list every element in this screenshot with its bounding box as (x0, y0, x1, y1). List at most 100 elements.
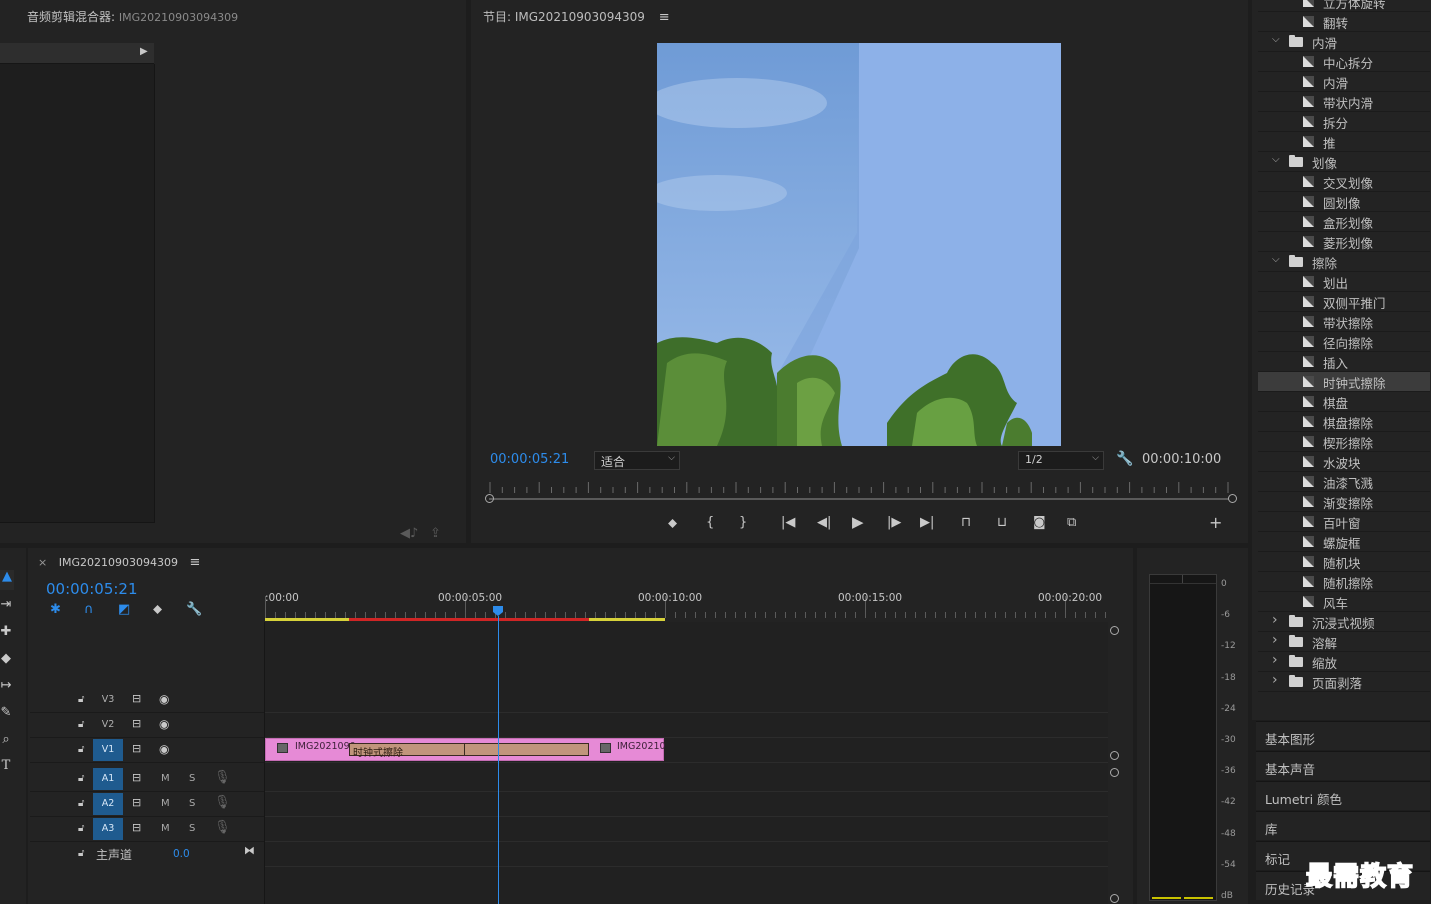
lock-icon[interactable]: 🔓︎ (78, 822, 84, 836)
sync-lock-icon[interactable]: ⊟ (132, 771, 141, 785)
effects-item[interactable]: 带状内滑 (1258, 92, 1430, 112)
effects-item[interactable]: 交叉划像 (1258, 172, 1430, 192)
monitor-time-ruler[interactable] (484, 481, 1230, 493)
video-track-lane[interactable] (265, 688, 1108, 713)
panel-title-prefix[interactable]: 音频剪辑混合器: (27, 10, 115, 24)
track-target-toggle[interactable]: A1 (93, 768, 123, 790)
timeline-settings-icon[interactable]: 🔧 (186, 603, 202, 617)
lift-icon[interactable]: ⊓ (961, 516, 971, 530)
chevron-right-icon[interactable]: › (1272, 652, 1278, 668)
solo-button[interactable]: S (189, 823, 195, 834)
nest-sequences-icon[interactable]: ✱ (50, 603, 61, 617)
slip-tool-icon[interactable]: ↦ (0, 679, 12, 693)
effects-item[interactable]: 插入 (1258, 352, 1430, 372)
chevron-right-icon[interactable]: › (1272, 672, 1278, 688)
mute-button[interactable]: M (161, 798, 170, 809)
timeline-timecode[interactable]: 00:00:05:21 (46, 580, 138, 598)
effects-item[interactable]: 菱形划像 (1258, 232, 1430, 252)
eye-icon[interactable]: ◉ (159, 717, 169, 731)
camera-icon[interactable]: ◙ (1033, 516, 1046, 530)
effects-item[interactable]: 径向擦除 (1258, 332, 1430, 352)
solo-button[interactable]: S (189, 773, 195, 784)
effects-item[interactable]: 棋盘擦除 (1258, 412, 1430, 432)
track-target-toggle[interactable]: A2 (93, 793, 123, 815)
effects-item[interactable]: 百叶窗 (1258, 512, 1430, 532)
solo-button[interactable]: S (189, 798, 195, 809)
effects-item[interactable]: 划出 (1258, 272, 1430, 292)
type-tool-icon[interactable]: T (0, 759, 12, 773)
share-icon[interactable]: ⇪ (430, 527, 441, 541)
timeline-tab[interactable]: × IMG20210903094309 ≡ (38, 555, 200, 570)
effects-folder[interactable]: › 缩放 (1258, 652, 1430, 672)
microphone-icon[interactable]: 🎙︎ (214, 796, 231, 810)
side-panel-tab[interactable]: 基本图形 (1256, 721, 1430, 750)
microphone-icon[interactable]: 🎙︎ (214, 821, 231, 835)
ripple-edit-tool-icon[interactable]: ✚ (0, 625, 12, 639)
add-marker-icon[interactable]: ⬥ (668, 517, 677, 531)
step-forward-icon[interactable]: |▶ (887, 516, 901, 530)
side-panel-tab[interactable]: Lumetri 颜色 (1256, 781, 1430, 810)
panel-menu-icon[interactable]: ≡ (659, 10, 670, 25)
effects-item[interactable]: 时钟式擦除 (1258, 372, 1430, 392)
effects-folder[interactable]: › 沉浸式视频 (1258, 612, 1430, 632)
mark-in-icon[interactable]: { (706, 516, 714, 530)
master-track-lane[interactable] (265, 842, 1108, 867)
effects-folder[interactable]: ⌵ 划像 (1258, 152, 1430, 172)
resolution-select[interactable]: 1/2 ⌵ (1018, 451, 1104, 470)
scroll-handle-icon[interactable] (1110, 768, 1119, 777)
eye-icon[interactable]: ◉ (159, 742, 169, 756)
master-volume-value[interactable]: 0.0 (173, 848, 190, 860)
effects-item[interactable]: 立方体旋转 (1258, 0, 1430, 12)
side-panel-tab[interactable]: 基本声音 (1256, 751, 1430, 780)
effects-item[interactable]: 内滑 (1258, 72, 1430, 92)
scroll-handle-icon[interactable] (1110, 894, 1119, 903)
mark-out-icon[interactable]: } (739, 516, 747, 530)
lock-icon[interactable]: 🔓︎ (78, 772, 84, 786)
go-to-out-icon[interactable]: ▶| (920, 516, 934, 530)
track-target-toggle[interactable]: V1 (93, 739, 123, 761)
fit-select[interactable]: 适合 ⌵ (594, 451, 680, 470)
effects-folder[interactable]: › 溶解 (1258, 632, 1430, 652)
extract-icon[interactable]: ⊔ (997, 516, 1007, 530)
snap-icon[interactable]: ∩ (84, 603, 94, 617)
lock-icon[interactable]: 🔓︎ (78, 797, 84, 811)
track-select-tool-icon[interactable]: ⇥ (0, 598, 12, 612)
sync-lock-icon[interactable]: ⊟ (132, 692, 141, 706)
go-to-end-icon[interactable]: ⧓ (244, 844, 255, 858)
program-current-timecode[interactable]: 00:00:05:21 (490, 452, 569, 467)
effects-item[interactable]: 风车 (1258, 592, 1430, 612)
go-to-in-icon[interactable]: |◀ (781, 516, 795, 530)
chevron-down-icon[interactable]: ⌵ (1272, 34, 1280, 45)
add-button-icon[interactable]: + (1209, 515, 1222, 531)
effects-item[interactable]: 圆划像 (1258, 192, 1430, 212)
audio-track-lane[interactable] (265, 792, 1108, 817)
scroll-handle-icon[interactable] (1110, 626, 1119, 635)
program-video-frame[interactable] (657, 43, 1061, 446)
effects-folder[interactable]: ⌵ 擦除 (1258, 252, 1430, 272)
effects-folder[interactable]: ⌵ 内滑 (1258, 32, 1430, 52)
effects-item[interactable]: 盒形划像 (1258, 212, 1430, 232)
track-target-toggle[interactable]: A3 (93, 818, 123, 840)
razor-tool-icon[interactable]: ◆ (0, 652, 12, 666)
effects-item[interactable]: 拆分 (1258, 112, 1430, 132)
close-tab-icon[interactable]: × (38, 556, 47, 569)
audio-track-lane[interactable] (265, 767, 1108, 792)
chevron-right-icon[interactable]: › (1272, 632, 1278, 648)
lock-icon[interactable]: 🔓︎ (78, 718, 84, 732)
effects-item[interactable]: 随机块 (1258, 552, 1430, 572)
effects-item[interactable]: 水波块 (1258, 452, 1430, 472)
lock-icon[interactable]: 🔓︎ (78, 847, 84, 861)
zoom-tool-icon[interactable]: ⌕ (0, 733, 12, 747)
sync-lock-icon[interactable]: ⊟ (132, 717, 141, 731)
chevron-down-icon[interactable]: ⌵ (1272, 154, 1280, 165)
effects-item[interactable]: 带状擦除 (1258, 312, 1430, 332)
sync-lock-icon[interactable]: ⊟ (132, 821, 141, 835)
linked-selection-icon[interactable]: ◩ (118, 603, 130, 617)
mute-button[interactable]: M (161, 823, 170, 834)
chevron-right-icon[interactable]: › (1272, 612, 1278, 628)
lock-icon[interactable]: 🔓︎ (78, 693, 84, 707)
play-icon[interactable]: ▶ (852, 515, 864, 530)
effects-item[interactable]: 中心拆分 (1258, 52, 1430, 72)
effects-item[interactable]: 翻转 (1258, 12, 1430, 32)
eye-icon[interactable]: ◉ (159, 692, 169, 706)
